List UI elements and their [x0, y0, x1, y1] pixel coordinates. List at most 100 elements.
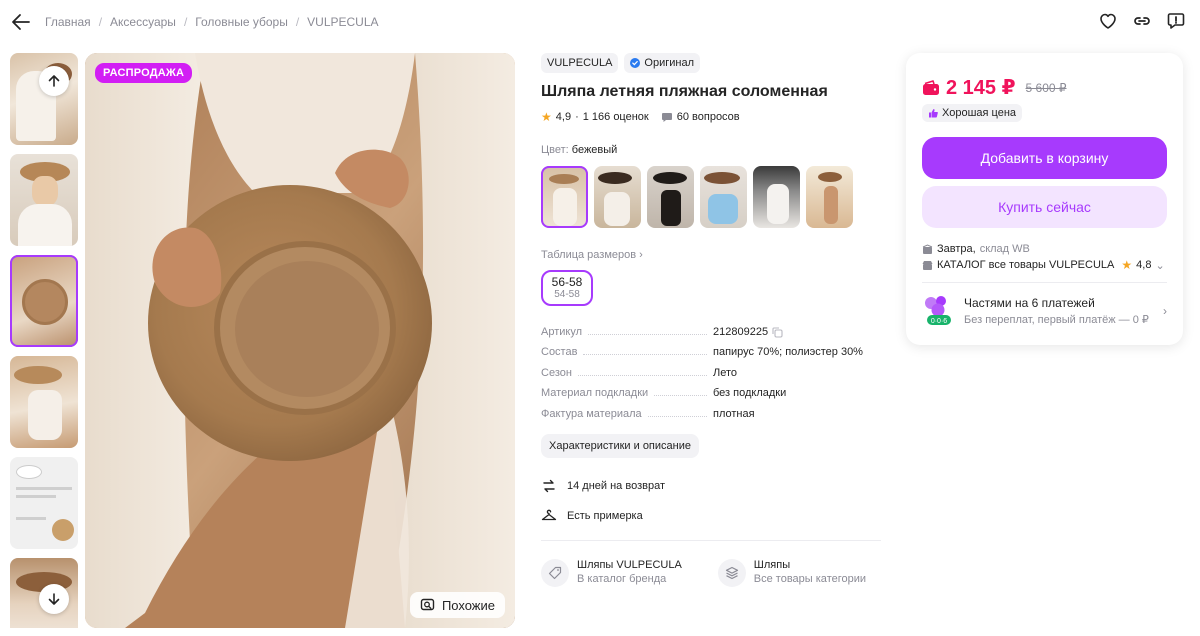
brand-catalog-link[interactable]: Шляпы VULPECULA В каталог бренда: [541, 558, 682, 587]
color-swatch-2[interactable]: [594, 166, 641, 228]
good-price-label: Хорошая цена: [942, 107, 1017, 119]
star-icon: ★: [541, 110, 552, 124]
chevron-down-icon: ⌄: [1155, 259, 1165, 272]
box-icon: [922, 243, 933, 254]
delivery-warehouse[interactable]: склад WB: [980, 243, 1030, 255]
color-swatch-5[interactable]: [753, 166, 800, 228]
similar-search-icon: [420, 598, 435, 611]
thumbnail-scroll-down-button[interactable]: [39, 584, 69, 614]
delivery-day: Завтра,: [937, 243, 976, 255]
spec-value: 212809225: [713, 326, 769, 338]
color-swatch-4[interactable]: [700, 166, 747, 228]
similar-label: Похожие: [441, 597, 495, 613]
main-product-image[interactable]: РАСПРОДАЖА Похожие: [85, 53, 515, 628]
spec-row: Материал подкладки без подкладки: [541, 387, 881, 407]
size-table-link[interactable]: Таблица размеров ›: [541, 249, 881, 261]
thumbnail-4[interactable]: [10, 356, 78, 448]
category-subtitle: Все товары категории: [753, 572, 867, 585]
product-info: VULPECULA Оригинал Шляпа летняя пляжная …: [541, 53, 881, 587]
installments-subtitle: Без переплат, первый платёж — 0 ₽: [964, 314, 1149, 326]
spec-row: Состав папирус 70%; полиэстер 30%: [541, 346, 881, 366]
good-price-badge[interactable]: Хорошая цена: [922, 104, 1023, 122]
tag-icon: [541, 558, 569, 587]
feature-return: 14 дней на возврат: [541, 478, 881, 494]
category-title: Шляпы: [753, 558, 791, 571]
chevron-right-icon: ›: [639, 249, 643, 261]
arrow-down-icon: [48, 593, 60, 605]
breadcrumb-headwear[interactable]: Головные уборы: [195, 15, 288, 29]
breadcrumb-accessories[interactable]: Аксессуары: [110, 15, 176, 29]
thumbs-up-icon: [929, 109, 938, 118]
breadcrumb-home[interactable]: Главная: [45, 15, 91, 29]
thumbnail-3[interactable]: [10, 255, 78, 347]
installments-row[interactable]: 0·0·6 Частями на 6 платежей Без переплат…: [922, 294, 1167, 328]
current-price: 2 145 ₽: [946, 77, 1016, 99]
size-option-56-58[interactable]: 56-58 54-58: [541, 270, 593, 306]
copy-icon[interactable]: [772, 326, 783, 338]
hanger-icon: [541, 509, 557, 521]
wallet-icon: [923, 79, 939, 95]
spec-key: Сезон: [541, 366, 572, 379]
brand-row: VULPECULA Оригинал: [541, 53, 881, 73]
category-title: Шляпы VULPECULA: [577, 558, 682, 571]
return-arrows-icon: [543, 479, 555, 493]
size-main: 56-58: [551, 275, 583, 289]
characteristics-button[interactable]: Характеристики и описание: [541, 433, 699, 458]
brand-chip[interactable]: VULPECULA: [541, 53, 619, 73]
heart-icon[interactable]: [1098, 11, 1118, 31]
color-swatches: [541, 166, 881, 228]
spec-value: папирус 70%; полиэстер 30%: [713, 346, 863, 359]
installments-title: Частями на 6 платежей: [964, 296, 1095, 310]
link-icon[interactable]: [1132, 11, 1152, 31]
color-label: Цвет: бежевый: [541, 144, 881, 156]
buy-now-button[interactable]: Купить сейчас: [922, 186, 1167, 228]
add-to-cart-button[interactable]: Добавить в корзину: [922, 137, 1167, 179]
category-link[interactable]: Шляпы Все товары категории: [717, 558, 867, 587]
questions-count[interactable]: 60 вопросов: [677, 111, 740, 123]
spec-row: Фактура материала плотная: [541, 408, 881, 428]
size-table-label: Таблица размеров: [541, 249, 637, 261]
reviews-count[interactable]: 1 166 оценок: [583, 111, 649, 123]
thumbnail-2[interactable]: [10, 154, 78, 246]
spec-value: Лето: [713, 366, 738, 379]
thumbnail-1[interactable]: [10, 53, 78, 145]
verified-icon: [630, 58, 641, 68]
spec-key: Фактура материала: [541, 407, 642, 420]
hat-photo: [85, 53, 515, 628]
breadcrumb: Главная / Аксессуары / Головные уборы / …: [45, 15, 379, 29]
buy-card: 2 145 ₽ 5 600 ₽ Хорошая цена Добавить в …: [906, 53, 1183, 345]
installments-icon: 0·0·6: [925, 296, 951, 325]
color-swatch-6[interactable]: [806, 166, 853, 228]
color-value: бежевый: [571, 144, 618, 156]
thumbnail-5[interactable]: [10, 457, 78, 549]
original-label: Оригинал: [644, 57, 695, 69]
spec-key: Артикул: [541, 326, 583, 338]
rating-value[interactable]: 4,9: [556, 111, 571, 123]
installments-badge: 0·0·6: [931, 318, 947, 325]
spec-row: Артикул 212809225: [541, 326, 881, 346]
seller-row[interactable]: КАТАЛОГ все товары VULPECULA ★ 4,8 ⌄: [922, 257, 1165, 273]
old-price: 5 600 ₽: [1025, 80, 1067, 95]
sale-badge: РАСПРОДАЖА: [95, 63, 193, 83]
seller-rating: 4,8: [1136, 259, 1152, 271]
report-icon[interactable]: [1166, 11, 1186, 31]
thumbnail-scroll-up-button[interactable]: [39, 66, 69, 96]
feature-label: 14 дней на возврат: [567, 479, 665, 492]
original-badge: Оригинал: [624, 53, 701, 73]
spec-key: Состав: [541, 346, 578, 359]
divider: [922, 282, 1167, 283]
questions-icon: [661, 113, 672, 122]
similar-button[interactable]: Похожие: [409, 592, 505, 618]
category-links: Шляпы VULPECULA В каталог бренда Шляпы В…: [541, 558, 881, 587]
color-swatch-beige[interactable]: [541, 166, 588, 228]
spec-value: плотная: [713, 407, 755, 420]
color-label-text: Цвет:: [541, 144, 569, 156]
breadcrumb-separator: /: [295, 15, 300, 29]
color-swatch-black[interactable]: [647, 166, 694, 228]
delivery-info: Завтра, склад WB КАТАЛОГ все товары VULP…: [922, 241, 1165, 273]
breadcrumb-brand[interactable]: VULPECULA: [307, 15, 378, 29]
spec-row: Сезон Лето: [541, 367, 881, 387]
price-row: 2 145 ₽ 5 600 ₽: [922, 75, 1067, 100]
arrow-left-icon[interactable]: [10, 11, 32, 33]
top-bar: Главная / Аксессуары / Головные уборы / …: [0, 0, 1200, 44]
